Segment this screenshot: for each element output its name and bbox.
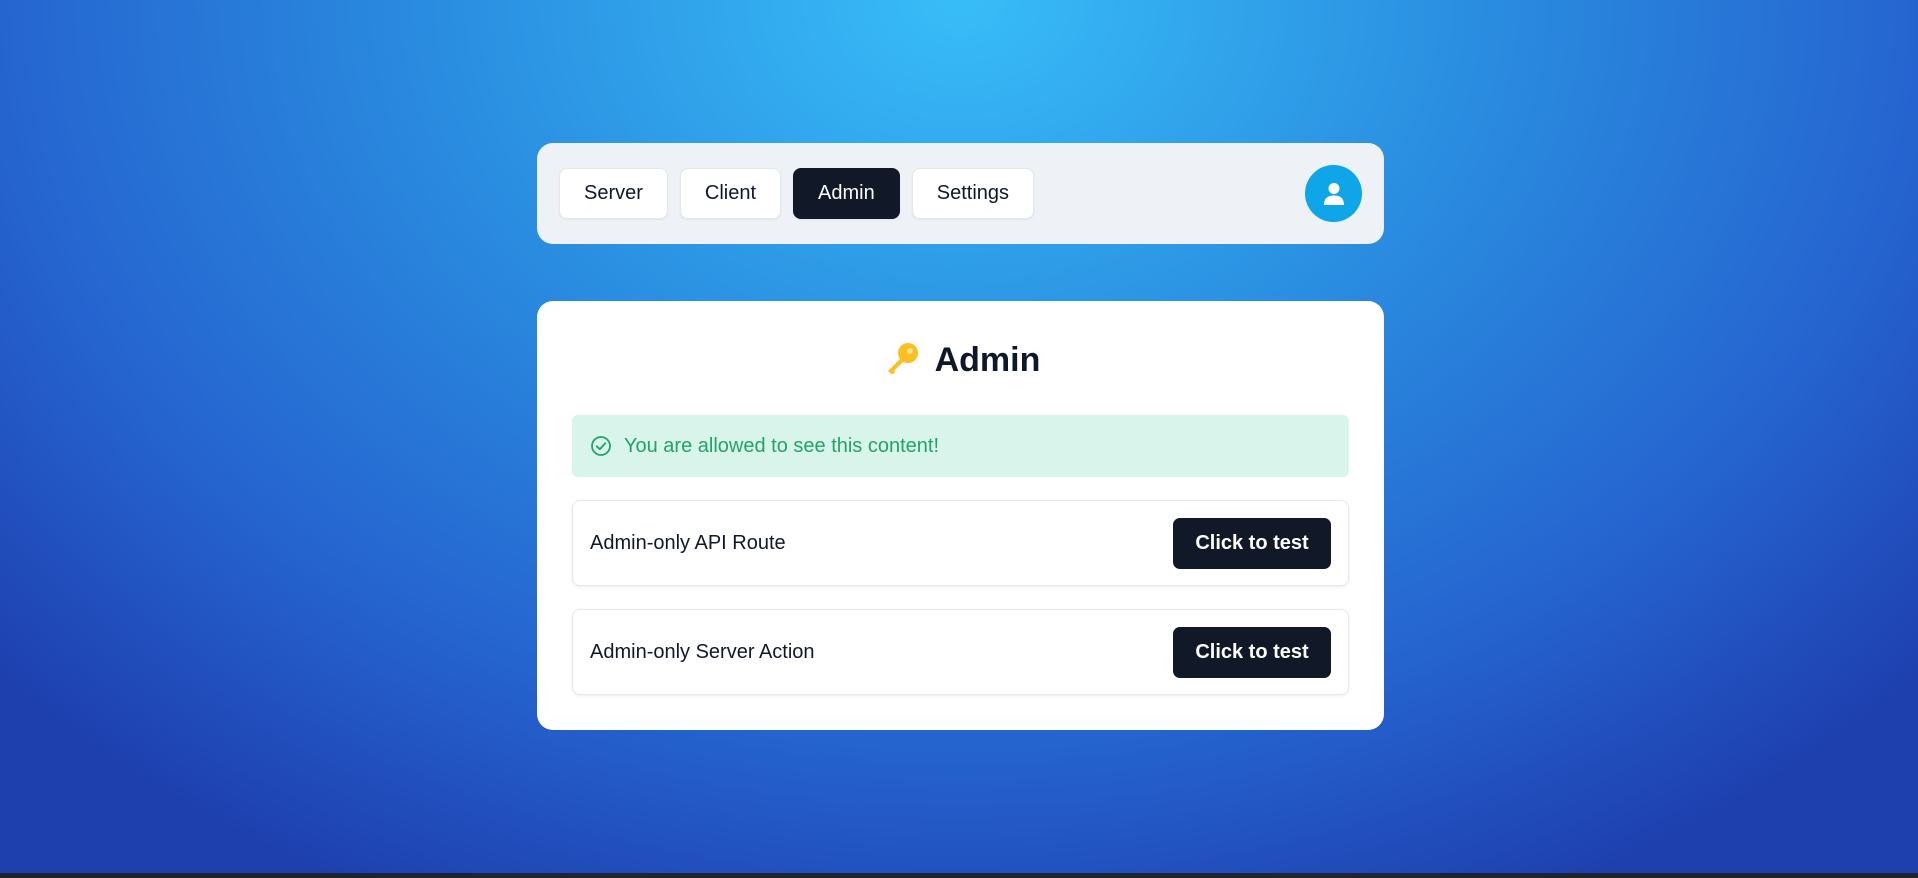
check-circle-icon bbox=[591, 436, 611, 456]
admin-card: Admin You are allowed to see this conten… bbox=[537, 301, 1384, 730]
card-header: Admin bbox=[572, 338, 1349, 382]
action-row-server-action: Admin-only Server Action Click to test bbox=[572, 609, 1349, 695]
tab-admin[interactable]: Admin bbox=[793, 168, 900, 219]
key-icon bbox=[887, 343, 918, 375]
tab-server[interactable]: Server bbox=[559, 168, 668, 219]
success-alert: You are allowed to see this content! bbox=[572, 415, 1349, 477]
action-label: Admin-only Server Action bbox=[590, 640, 815, 663]
nav-tabs: Server Client Admin Settings bbox=[559, 168, 1035, 219]
tab-settings[interactable]: Settings bbox=[911, 168, 1035, 219]
user-avatar-button[interactable] bbox=[1305, 165, 1362, 222]
action-row-api-route: Admin-only API Route Click to test bbox=[572, 500, 1349, 586]
bottom-divider bbox=[0, 873, 1918, 878]
navbar: Server Client Admin Settings bbox=[537, 143, 1384, 244]
page-title: Admin bbox=[934, 340, 1041, 379]
test-server-action-button[interactable]: Click to test bbox=[1173, 626, 1331, 678]
alert-text: You are allowed to see this content! bbox=[624, 434, 940, 457]
action-label: Admin-only API Route bbox=[590, 531, 786, 554]
tab-client[interactable]: Client bbox=[679, 168, 782, 219]
user-icon bbox=[1323, 182, 1344, 205]
test-api-route-button[interactable]: Click to test bbox=[1173, 517, 1331, 569]
